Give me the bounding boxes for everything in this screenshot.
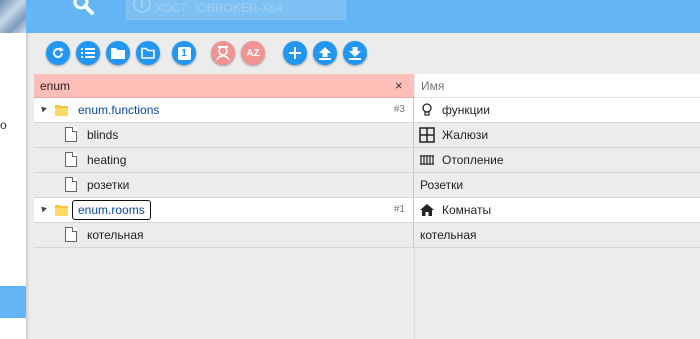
expert-mode-button[interactable]: [211, 41, 235, 65]
file-icon: [65, 177, 77, 192]
search-button[interactable]: [70, 0, 100, 20]
upload-button[interactable]: [313, 41, 337, 65]
name-cell: котельная: [415, 223, 700, 247]
add-button[interactable]: [283, 41, 307, 65]
objects-table: × enum.functions #3 функции blinds: [34, 74, 700, 248]
name-filter-input[interactable]: [415, 74, 700, 97]
left-panel: о: [0, 0, 26, 339]
list-view-button[interactable]: [76, 41, 100, 65]
id-cell: enum.rooms #1: [34, 198, 414, 222]
object-name: функции: [442, 103, 490, 117]
host-label: ХОСТ: IOBROKER-X64: [155, 1, 283, 15]
folder-icon: [55, 105, 68, 116]
id-cell: heating: [34, 148, 414, 172]
radiator-icon: [420, 155, 434, 165]
folder-button[interactable]: [106, 41, 130, 65]
add-icon: [289, 47, 301, 59]
sort-az-icon: AZ: [246, 47, 260, 59]
file-icon: [65, 152, 77, 167]
table-row[interactable]: котельная котельная: [34, 223, 700, 248]
object-id: heating: [87, 153, 127, 167]
top-header: ХОСТ: IOBROKER-X64: [26, 0, 700, 33]
folder-outline-icon: [141, 47, 155, 59]
object-name: Отопление: [442, 153, 504, 167]
number-one-icon: 1: [177, 46, 191, 60]
folder-outline-button[interactable]: [136, 41, 160, 65]
name-filter-cell: [415, 74, 700, 98]
name-cell: функции: [415, 98, 700, 122]
toolbar: 1 AZ: [26, 33, 700, 71]
table-row[interactable]: blinds Жалюзи: [34, 123, 700, 148]
name-cell: Жалюзи: [415, 123, 700, 147]
left-panel-active-item[interactable]: [0, 286, 26, 318]
sort-button[interactable]: AZ: [241, 41, 265, 65]
id-cell: blinds: [34, 123, 414, 147]
left-panel-image: [0, 0, 26, 33]
folder-icon: [111, 48, 125, 59]
id-cell: enum.functions #3: [34, 98, 414, 122]
file-icon: [65, 127, 77, 142]
collapse-arrow-icon[interactable]: [39, 204, 47, 213]
download-icon: [349, 46, 361, 60]
download-button[interactable]: [343, 41, 367, 65]
file-icon: [65, 227, 77, 242]
clear-filter-icon[interactable]: ×: [395, 78, 403, 93]
name-cell: Отопление: [415, 148, 700, 172]
table-row[interactable]: heating Отопление: [34, 148, 700, 173]
list-view-icon: [81, 48, 95, 58]
power-icon: [133, 0, 151, 13]
number-one-button[interactable]: 1: [172, 41, 196, 65]
object-id: enum.functions: [78, 103, 160, 117]
object-name: Жалюзи: [442, 128, 489, 142]
children-count: #3: [393, 104, 405, 115]
object-id: blinds: [87, 128, 119, 142]
table-row[interactable]: enum.rooms #1 Комнаты: [34, 198, 700, 223]
upload-icon: [319, 46, 331, 60]
children-count: #1: [393, 204, 405, 215]
left-panel-text: о: [0, 118, 7, 132]
refresh-button[interactable]: [46, 41, 70, 65]
id-filter-input[interactable]: [34, 74, 384, 97]
table-header: ×: [34, 74, 700, 98]
table-row[interactable]: розетки Розетки: [34, 173, 700, 198]
object-id: enum.rooms: [72, 200, 151, 220]
expert-mode-icon: [216, 46, 230, 61]
object-name: Комнаты: [442, 203, 492, 217]
id-cell: розетки: [34, 173, 414, 197]
host-selector[interactable]: ХОСТ: IOBROKER-X64: [126, 0, 346, 20]
object-id: розетки: [87, 178, 130, 192]
refresh-icon: [53, 47, 64, 58]
name-cell: Комнаты: [415, 198, 700, 222]
folder-icon: [55, 205, 68, 216]
column-divider: [414, 248, 415, 339]
window-blinds-icon: [419, 127, 435, 143]
object-name: котельная: [420, 228, 477, 242]
home-icon: [420, 204, 434, 216]
search-icon: [73, 0, 94, 15]
collapse-arrow-icon[interactable]: [39, 104, 47, 113]
object-name: Розетки: [420, 178, 464, 192]
id-cell: котельная: [34, 223, 414, 247]
name-cell: Розетки: [415, 173, 700, 197]
id-filter-cell: ×: [34, 74, 414, 98]
table-row[interactable]: enum.functions #3 функции: [34, 98, 700, 123]
lightbulb-icon: [422, 103, 432, 116]
object-id: котельная: [87, 228, 144, 242]
